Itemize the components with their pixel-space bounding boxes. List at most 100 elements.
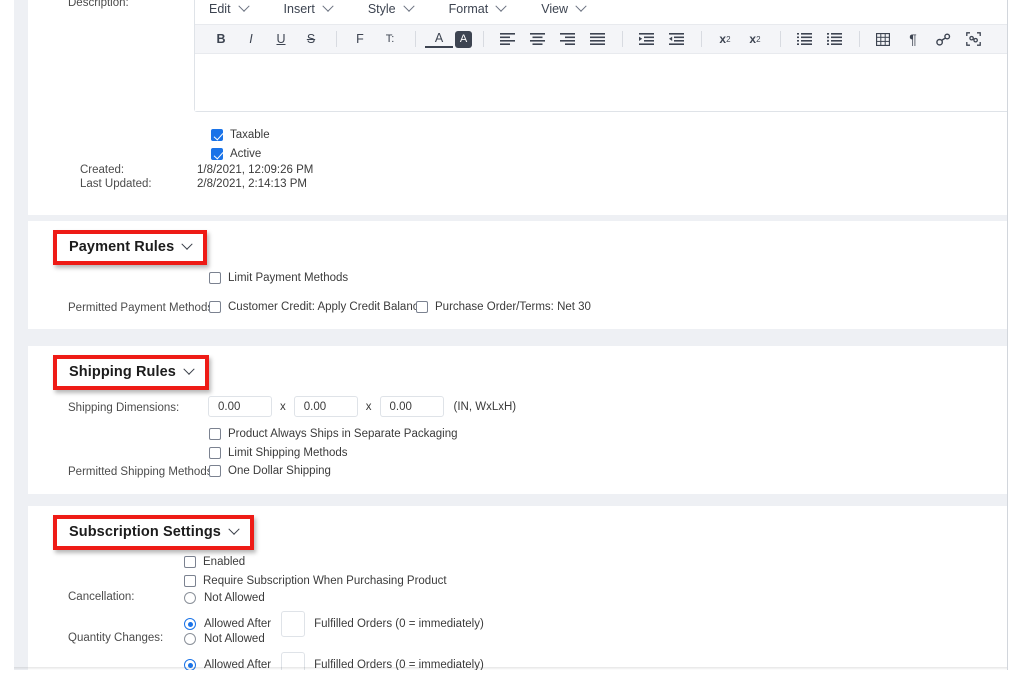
chevron-down-icon xyxy=(402,0,415,12)
menu-insert[interactable]: Insert xyxy=(283,0,334,16)
purchase-order-checkbox[interactable] xyxy=(416,301,428,313)
dimension-length-input[interactable]: 0.00 xyxy=(293,396,358,417)
subscription-enabled-row[interactable]: Enabled xyxy=(184,556,245,568)
align-left-icon[interactable] xyxy=(493,27,521,51)
menu-insert-label: Insert xyxy=(283,1,315,16)
dimension-separator-1: x xyxy=(280,400,286,413)
quantity-changes-label: Quantity Changes: xyxy=(68,632,164,644)
product-details-panel: Description: Edit Insert Style Format Vi… xyxy=(28,0,1007,215)
cancellation-label: Cancellation: xyxy=(68,591,135,603)
shipping-rules-panel: Shipping Rules Shipping Dimensions: 0.00… xyxy=(28,346,1007,494)
taxable-checkbox[interactable] xyxy=(211,129,223,141)
shipping-method-one-dollar-row[interactable]: One Dollar Shipping xyxy=(209,465,331,477)
dimension-separator-2: x xyxy=(365,400,372,413)
taxable-checkbox-row[interactable]: Taxable xyxy=(211,129,270,141)
permitted-shipping-methods-label: Permitted Shipping Methods: xyxy=(68,466,216,478)
subscription-enabled-checkbox[interactable] xyxy=(184,556,196,568)
page-viewport: Description: Edit Insert Style Format Vi… xyxy=(14,0,1008,670)
dimension-height-input[interactable]: 0.00 xyxy=(379,396,444,417)
toolbar-divider xyxy=(483,31,484,47)
toolbar-divider xyxy=(622,31,623,47)
cancellation-allowed-after-radio[interactable] xyxy=(184,618,196,630)
dimension-units-label: (IN, WxLxH) xyxy=(453,400,517,413)
subscription-settings-panel: Subscription Settings Enabled Require Su… xyxy=(28,506,1007,670)
cancellation-suffix-label: Fulfilled Orders (0 = immediately) xyxy=(314,618,484,630)
require-subscription-row[interactable]: Require Subscription When Purchasing Pro… xyxy=(184,575,447,587)
require-subscription-label: Require Subscription When Purchasing Pro… xyxy=(203,575,447,587)
indent-icon[interactable] xyxy=(662,27,690,51)
shipping-dimensions-label: Shipping Dimensions: xyxy=(68,402,180,414)
menu-format[interactable]: Format xyxy=(448,0,507,16)
bulleted-list-icon[interactable] xyxy=(820,27,848,51)
quantity-not-allowed-radio[interactable] xyxy=(184,633,196,645)
active-label: Active xyxy=(230,148,262,160)
menu-style[interactable]: Style xyxy=(368,0,415,16)
editor-content-area[interactable] xyxy=(195,54,1007,111)
customer-credit-checkbox[interactable] xyxy=(209,301,221,313)
cancellation-not-allowed-radio[interactable] xyxy=(184,592,196,604)
payment-rules-section-header[interactable]: Payment Rules xyxy=(53,230,208,265)
limit-payment-methods-checkbox[interactable] xyxy=(209,272,221,284)
quantity-allowed-after-label: Allowed After xyxy=(204,659,272,670)
payment-method-purchase-order-row[interactable]: Purchase Order/Terms: Net 30 xyxy=(416,301,591,313)
payment-method-customer-credit-row[interactable]: Customer Credit: Apply Credit Balance xyxy=(209,301,425,313)
subscript-icon[interactable]: x2 xyxy=(741,27,769,51)
separate-packaging-label: Product Always Ships in Separate Packagi… xyxy=(228,428,458,440)
outdent-icon[interactable] xyxy=(632,27,660,51)
dimension-width-input[interactable]: 0.00 xyxy=(208,396,272,417)
quantity-not-allowed-label: Not Allowed xyxy=(204,633,265,645)
menu-edit[interactable]: Edit xyxy=(209,0,250,16)
created-label: Created: xyxy=(80,164,125,176)
separate-packaging-checkbox[interactable] xyxy=(209,428,221,440)
toolbar-divider xyxy=(780,31,781,47)
active-checkbox[interactable] xyxy=(211,148,223,160)
underline-icon[interactable]: U xyxy=(267,27,295,51)
toolbar-divider xyxy=(415,31,416,47)
screenshot-root: Description: Edit Insert Style Format Vi… xyxy=(0,0,1024,682)
bold-icon[interactable]: B xyxy=(207,27,235,51)
limit-payment-methods-row[interactable]: Limit Payment Methods xyxy=(209,272,348,284)
menu-view[interactable]: View xyxy=(541,0,587,16)
cancellation-not-allowed-label: Not Allowed xyxy=(204,592,265,604)
superscript-icon[interactable]: x2 xyxy=(711,27,739,51)
permitted-payment-methods-label: Permitted Payment Methods: xyxy=(68,302,217,314)
menu-format-label: Format xyxy=(448,1,489,16)
active-checkbox-row[interactable]: Active xyxy=(211,148,261,160)
quantity-suffix-label: Fulfilled Orders (0 = immediately) xyxy=(314,659,484,670)
cancellation-allowed-after-label: Allowed After xyxy=(204,618,272,630)
rich-text-editor[interactable]: Edit Insert Style Format View B I U S F … xyxy=(194,0,1007,112)
chevron-down-icon xyxy=(181,238,193,250)
fullscreen-icon[interactable] xyxy=(959,27,987,51)
subscription-settings-section-header[interactable]: Subscription Settings xyxy=(53,515,254,550)
font-family-icon[interactable]: F xyxy=(346,27,374,51)
cancellation-orders-input[interactable] xyxy=(281,611,306,637)
text-color-icon[interactable]: A xyxy=(425,30,453,48)
font-size-icon[interactable]: T: xyxy=(376,27,404,51)
purchase-order-label: Purchase Order/Terms: Net 30 xyxy=(435,301,591,313)
shipping-rules-section-header[interactable]: Shipping Rules xyxy=(53,355,209,390)
quantity-not-allowed-row[interactable]: Not Allowed xyxy=(184,633,265,645)
limit-shipping-methods-checkbox[interactable] xyxy=(209,447,221,459)
created-value: 1/8/2021, 12:09:26 PM xyxy=(197,164,314,176)
separate-packaging-row[interactable]: Product Always Ships in Separate Packagi… xyxy=(209,428,458,440)
background-color-icon[interactable]: A xyxy=(455,30,472,48)
one-dollar-shipping-checkbox[interactable] xyxy=(209,465,221,477)
numbered-list-icon[interactable] xyxy=(790,27,818,51)
paragraph-mark-icon[interactable]: ¶ xyxy=(899,27,927,51)
strikethrough-icon[interactable]: S xyxy=(297,27,325,51)
align-center-icon[interactable] xyxy=(523,27,551,51)
customer-credit-label: Customer Credit: Apply Credit Balance xyxy=(228,301,425,313)
limit-shipping-methods-row[interactable]: Limit Shipping Methods xyxy=(209,447,348,459)
insert-link-icon[interactable] xyxy=(929,27,957,51)
quantity-allowed-after-radio[interactable] xyxy=(184,659,196,670)
require-subscription-checkbox[interactable] xyxy=(184,575,196,587)
cancellation-not-allowed-row[interactable]: Not Allowed xyxy=(184,592,265,604)
quantity-orders-input[interactable] xyxy=(281,652,306,670)
quantity-allowed-after-row[interactable]: Allowed After Fulfilled Orders (0 = imme… xyxy=(184,652,484,670)
align-right-icon[interactable] xyxy=(553,27,581,51)
toolbar-divider xyxy=(701,31,702,47)
italic-icon[interactable]: I xyxy=(237,27,265,51)
chevron-down-icon xyxy=(228,523,240,535)
align-justify-icon[interactable] xyxy=(583,27,611,51)
insert-table-icon[interactable] xyxy=(869,27,897,51)
